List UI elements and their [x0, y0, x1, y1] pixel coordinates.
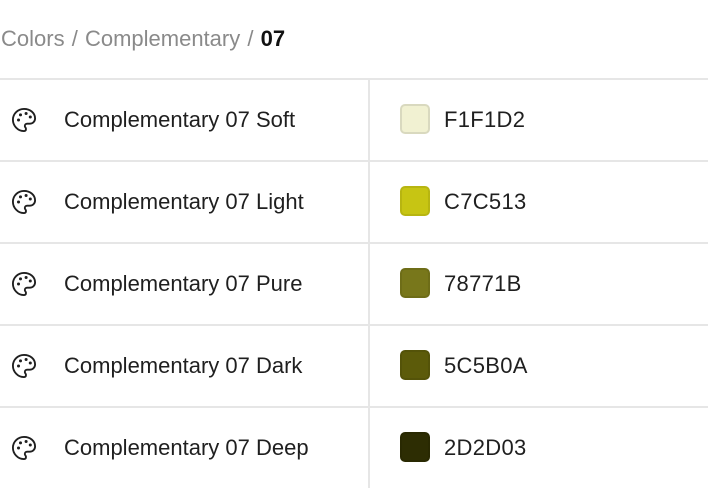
breadcrumb-item-complementary[interactable]: Complementary [85, 26, 240, 51]
color-swatch [400, 104, 430, 134]
palette-icon [11, 189, 37, 215]
color-name: Complementary 07 Pure [64, 271, 303, 296]
breadcrumb-current: 07 [260, 26, 286, 51]
column-divider [368, 162, 370, 242]
color-hex: C7C513 [444, 189, 527, 214]
table-row[interactable]: Complementary 07 Dark 5C5B0A [0, 326, 708, 408]
column-divider [368, 408, 370, 488]
table-row[interactable]: Complementary 07 Pure 78771B [0, 244, 708, 326]
color-name: Complementary 07 Soft [64, 107, 296, 132]
column-divider [368, 326, 370, 406]
color-swatch [400, 432, 430, 462]
palette-icon [11, 435, 37, 461]
color-name: Complementary 07 Light [64, 189, 304, 214]
breadcrumb-item-colors[interactable]: Colors [1, 26, 65, 51]
breadcrumb-separator: / [247, 26, 254, 51]
color-swatch [400, 350, 430, 380]
color-swatch [400, 186, 430, 216]
table-row[interactable]: Complementary 07 Deep 2D2D03 [0, 408, 708, 488]
breadcrumb-separator: / [71, 26, 78, 51]
color-table: Complementary 07 Soft F1F1D2 Complementa… [0, 78, 708, 488]
color-hex: F1F1D2 [444, 107, 526, 132]
table-row[interactable]: Complementary 07 Light C7C513 [0, 162, 708, 244]
breadcrumb: Colors / Complementary / 07 [1, 24, 285, 54]
color-name: Complementary 07 Deep [64, 435, 309, 460]
color-hex: 2D2D03 [444, 435, 527, 460]
column-divider [368, 244, 370, 324]
color-swatch [400, 268, 430, 298]
palette-icon [11, 353, 37, 379]
palette-icon [11, 107, 37, 133]
color-hex: 5C5B0A [444, 353, 528, 378]
color-hex: 78771B [444, 271, 522, 296]
palette-icon [11, 271, 37, 297]
color-name: Complementary 07 Dark [64, 353, 303, 378]
column-divider [368, 80, 370, 160]
table-row[interactable]: Complementary 07 Soft F1F1D2 [0, 80, 708, 162]
